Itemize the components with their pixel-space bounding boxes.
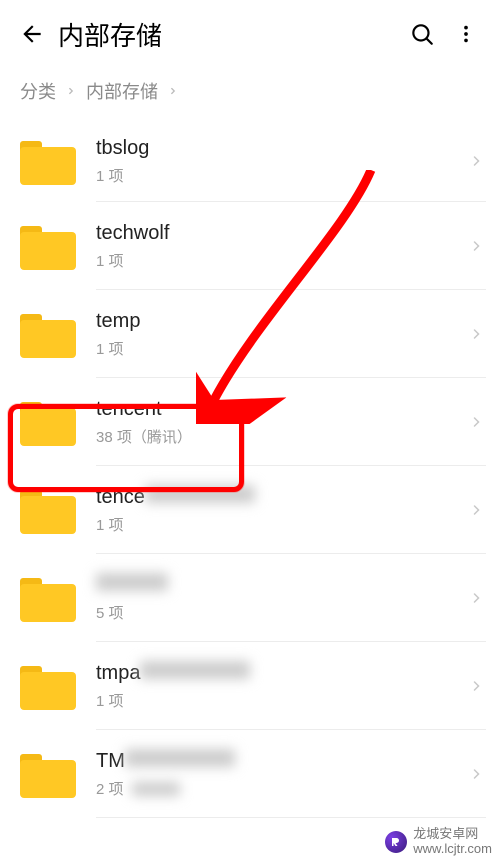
folder-row[interactable]: temp 1 项	[0, 290, 500, 378]
folder-row[interactable]: 5 项	[0, 554, 500, 642]
folder-name: tence	[96, 485, 466, 510]
obscured-text	[145, 485, 255, 503]
breadcrumb-root[interactable]: 分类	[20, 78, 56, 104]
folder-row[interactable]: tence 1 项	[0, 466, 500, 554]
folder-icon	[20, 222, 76, 270]
folder-name	[96, 573, 466, 598]
watermark-line1: 龙城安卓网	[413, 827, 492, 841]
chevron-right-icon	[66, 86, 76, 96]
folder-text: tencent 38 项（腾讯）	[96, 397, 466, 447]
chevron-right-icon	[466, 324, 486, 344]
folder-text: temp 1 项	[96, 309, 466, 359]
obscured-text	[132, 782, 180, 796]
chevron-right-icon	[466, 764, 486, 784]
folder-meta: 5 项	[96, 602, 466, 623]
folder-row[interactable]: techwolf 1 项	[0, 202, 500, 290]
folder-icon	[20, 750, 76, 798]
more-vertical-icon	[455, 23, 477, 45]
watermark: 龙城安卓网 www.lcjtr.com	[385, 827, 492, 856]
folder-name: TM	[96, 749, 466, 774]
folder-row[interactable]: tbslog 1 项	[0, 120, 500, 202]
breadcrumb: 分类 内部存储	[0, 68, 500, 120]
chevron-right-icon	[466, 500, 486, 520]
folder-row[interactable]: tencent 38 项（腾讯）	[0, 378, 500, 466]
folder-row[interactable]: tmpa 1 项	[0, 642, 500, 730]
search-button[interactable]	[400, 12, 444, 56]
folder-meta: 1 项	[96, 338, 466, 359]
breadcrumb-current[interactable]: 内部存储	[86, 78, 158, 104]
folder-text: 5 项	[96, 573, 466, 623]
folder-name: tencent	[96, 397, 466, 422]
folder-name: temp	[96, 309, 466, 334]
folder-meta: 1 项	[96, 250, 466, 271]
watermark-line2: www.lcjtr.com	[413, 842, 492, 856]
folder-icon	[20, 574, 76, 622]
obscured-text	[140, 661, 250, 679]
watermark-logo-icon	[385, 831, 407, 853]
obscured-text	[125, 749, 235, 767]
folder-text: tbslog 1 项	[96, 136, 466, 186]
folder-name: techwolf	[96, 221, 466, 246]
folder-row[interactable]: TM 2 项	[0, 730, 500, 818]
folder-name: tbslog	[96, 136, 466, 161]
more-button[interactable]	[444, 12, 488, 56]
chevron-right-icon	[466, 236, 486, 256]
chevron-right-icon	[168, 86, 178, 96]
folder-meta: 1 项	[96, 514, 466, 535]
folder-name: tmpa	[96, 661, 466, 686]
folder-meta: 2 项	[96, 778, 466, 799]
folder-list: tbslog 1 项 techwolf 1 项 temp 1 项 tencent 38 项（腾…	[0, 120, 500, 818]
chevron-right-icon	[466, 412, 486, 432]
folder-text: techwolf 1 项	[96, 221, 466, 271]
folder-text: TM 2 项	[96, 749, 466, 799]
page-title: 内部存储	[58, 16, 400, 53]
folder-meta: 1 项	[96, 690, 466, 711]
app-header: 内部存储	[0, 0, 500, 68]
folder-icon	[20, 486, 76, 534]
row-divider	[96, 817, 486, 818]
folder-icon	[20, 398, 76, 446]
folder-icon	[20, 310, 76, 358]
chevron-right-icon	[466, 676, 486, 696]
search-icon	[409, 21, 435, 47]
chevron-right-icon	[466, 588, 486, 608]
obscured-text	[96, 573, 168, 591]
folder-text: tence 1 项	[96, 485, 466, 535]
chevron-right-icon	[466, 151, 486, 171]
back-button[interactable]	[12, 14, 52, 54]
folder-meta: 38 项（腾讯）	[96, 426, 466, 447]
folder-meta: 1 项	[96, 165, 466, 186]
back-arrow-icon	[19, 21, 45, 47]
folder-icon	[20, 137, 76, 185]
folder-icon	[20, 662, 76, 710]
folder-text: tmpa 1 项	[96, 661, 466, 711]
